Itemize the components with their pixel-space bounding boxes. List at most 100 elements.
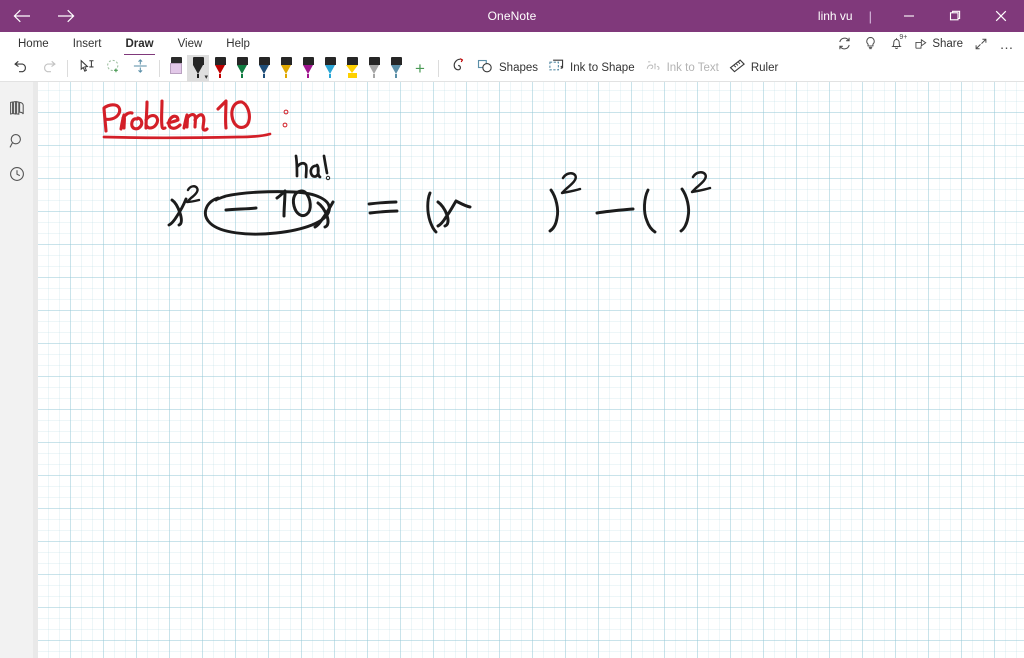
pen-cap — [192, 56, 204, 65]
expand-arrow-icon — [974, 37, 988, 51]
restore-button[interactable] — [932, 0, 978, 32]
pen-green[interactable] — [231, 55, 253, 82]
pen-tip — [215, 64, 225, 74]
tab-view[interactable]: View — [166, 32, 215, 55]
ink-to-shape-icon — [548, 58, 565, 79]
pen-cap — [324, 56, 336, 65]
pen-nib — [240, 73, 244, 78]
forward-button[interactable] — [44, 0, 88, 32]
insert-space-button[interactable] — [127, 56, 154, 81]
ink-to-text-label: Ink to Text — [666, 62, 719, 74]
minimize-button[interactable] — [886, 0, 932, 32]
ruler-button[interactable]: Ruler — [724, 56, 783, 81]
pen-tip — [303, 64, 313, 74]
pen-cap — [236, 56, 248, 65]
sidebar-item-search[interactable] — [0, 124, 33, 157]
title-bar: OneNote linh vu | — [0, 0, 1024, 32]
toolbar-divider-3 — [438, 59, 439, 77]
share-button[interactable]: Share — [909, 32, 968, 55]
pen-cap — [368, 56, 380, 65]
lasso-select-icon — [78, 58, 95, 79]
pen-nib — [196, 73, 200, 78]
ink-eraser-button[interactable] — [444, 56, 472, 81]
back-button[interactable] — [0, 0, 44, 32]
expand-ribbon-button[interactable] — [968, 32, 994, 55]
pen-yellow[interactable] — [275, 55, 297, 82]
shapes-button[interactable]: Shapes — [472, 56, 543, 81]
close-icon — [995, 10, 1007, 22]
ink-to-shape-label: Ink to Shape — [570, 62, 635, 74]
highlighter-tip — [346, 64, 358, 73]
arrow-left-icon — [13, 9, 31, 23]
pen-nib — [262, 73, 266, 78]
pen-black[interactable]: ▾ — [187, 54, 209, 82]
redo-button[interactable] — [35, 56, 62, 81]
sync-button[interactable] — [831, 32, 857, 55]
tab-home[interactable]: Home — [6, 32, 61, 55]
lasso-select-button[interactable] — [73, 56, 100, 81]
pen-steel-blue[interactable] — [385, 55, 407, 82]
pen-red[interactable] — [209, 55, 231, 82]
close-button[interactable] — [978, 0, 1024, 32]
ruler-icon — [729, 58, 746, 79]
notifications-badge: 9+ — [899, 34, 908, 41]
insert-space-icon — [132, 58, 149, 79]
tell-me-lightbulb-button[interactable] — [857, 32, 883, 55]
pen-nib — [284, 73, 288, 78]
pen-tip — [281, 64, 291, 74]
pen-cap — [302, 56, 314, 65]
add-selection-button[interactable] — [100, 56, 127, 81]
eraser-tool[interactable] — [165, 55, 187, 82]
ruler-label: Ruler — [750, 62, 779, 74]
pen-tip — [237, 64, 247, 74]
pen-nib — [372, 73, 376, 78]
tab-insert[interactable]: Insert — [61, 32, 114, 55]
notifications-button[interactable]: 9+ — [883, 32, 909, 55]
undo-button[interactable] — [8, 56, 35, 81]
title-bar-right-group: linh vu | — [814, 0, 1024, 32]
ink-to-shape-button[interactable]: Ink to Shape — [543, 56, 640, 81]
note-canvas[interactable] — [38, 82, 1024, 658]
tab-help[interactable]: Help — [214, 32, 262, 55]
more-options-button[interactable]: … — [994, 32, 1020, 55]
arrow-right-icon — [57, 9, 75, 23]
ribbon-right-group: 9+ Share … — [831, 32, 1020, 55]
pen-blue[interactable] — [253, 55, 275, 82]
tab-draw[interactable]: Draw — [113, 32, 165, 56]
highlighter-yellow[interactable] — [341, 55, 363, 82]
sync-icon — [837, 36, 852, 51]
ink-eraser-icon — [449, 57, 467, 79]
pen-silver[interactable] — [363, 55, 385, 82]
highlighter-nib — [347, 72, 357, 78]
equation-right-ink — [367, 171, 712, 234]
pen-tip — [193, 64, 203, 74]
ink-to-text-icon — [645, 58, 662, 79]
restore-window-icon — [949, 10, 961, 22]
sidebar-item-recent-notes[interactable] — [0, 157, 33, 190]
ink-to-text-button[interactable]: Ink to Text — [640, 56, 724, 81]
recent-notes-clock-icon — [8, 165, 26, 183]
highlighter-cap — [346, 56, 358, 65]
add-pen-button[interactable]: + — [407, 56, 433, 81]
account-name[interactable]: linh vu — [814, 9, 863, 23]
minimize-icon — [903, 10, 915, 22]
title-bar-divider: | — [868, 8, 872, 24]
pen-nib — [218, 73, 222, 78]
pen-nib — [306, 73, 310, 78]
pen-collection: ▾ — [165, 54, 407, 82]
pen-tip — [325, 64, 335, 74]
pen-tip — [369, 64, 379, 74]
toolbar-divider-2 — [159, 59, 160, 77]
pen-cap — [258, 56, 270, 65]
chevron-down-icon[interactable]: ▾ — [204, 74, 208, 81]
redo-icon — [40, 58, 57, 79]
eraser-body — [170, 62, 182, 74]
draw-toolbar: ▾ + Shapes Ink to Shape Ink to Text Rule… — [0, 54, 1024, 82]
pen-magenta[interactable] — [297, 55, 319, 82]
pen-cyan[interactable] — [319, 55, 341, 82]
pen-cap — [390, 56, 402, 65]
pen-tip — [259, 64, 269, 74]
pen-nib — [394, 73, 398, 78]
undo-icon — [13, 58, 30, 79]
sidebar-item-notebooks[interactable] — [0, 91, 33, 124]
